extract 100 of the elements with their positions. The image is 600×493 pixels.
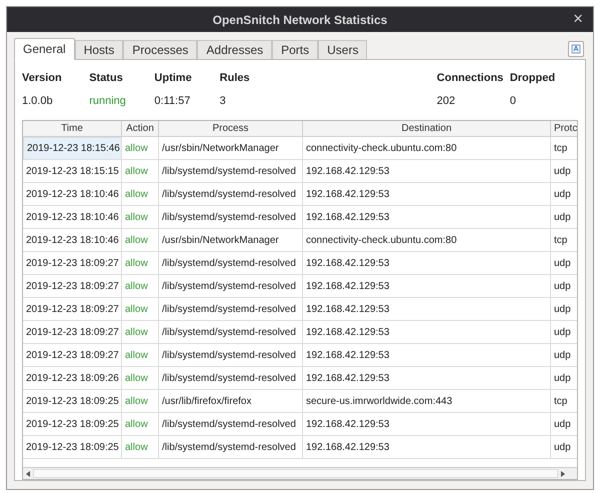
tab[interactable]: General: [14, 38, 75, 60]
stat-value: 3: [220, 94, 227, 108]
table-cell: 192.168.42.129:53: [303, 344, 551, 367]
table-cell: allow: [122, 413, 159, 436]
table-cell: 2019-12-23 18:15:15: [23, 160, 122, 183]
tab[interactable]: Ports: [272, 40, 318, 59]
scrollbar-thumb[interactable]: [33, 469, 558, 478]
stat-label: Version: [22, 71, 63, 86]
table-cell: udp: [551, 436, 577, 459]
scroll-right-arrow-icon[interactable]: [561, 470, 565, 476]
table-cell: 2019-12-23 18:09:25: [23, 390, 122, 413]
table-cell: /lib/systemd/systemd-resolved: [159, 436, 303, 459]
table-cell: 2019-12-23 18:09:27: [23, 321, 122, 344]
table-cell: udp: [551, 344, 577, 367]
stat-label: Uptime: [154, 71, 193, 86]
table-cell: udp: [551, 367, 577, 390]
tab[interactable]: Processes: [123, 40, 198, 59]
table-cell: udp: [551, 275, 577, 298]
scroll-left-arrow-icon[interactable]: [26, 470, 30, 476]
table-cell: connectivity-check.ubuntu.com:80: [303, 229, 551, 252]
table-cell: 192.168.42.129:53: [303, 275, 551, 298]
table-cell: allow: [122, 436, 159, 459]
table-cell: allow: [122, 183, 159, 206]
table-cell: 2019-12-23 18:09:25: [23, 413, 122, 436]
table-cell: allow: [122, 344, 159, 367]
table-cell: allow: [122, 252, 159, 275]
column-header[interactable]: Time: [23, 121, 122, 137]
table-cell: allow: [122, 229, 159, 252]
table-cell: /lib/systemd/systemd-resolved: [159, 367, 303, 390]
column-header[interactable]: Destination: [303, 121, 551, 137]
stat-value: 0:11:57: [154, 94, 192, 108]
horizontal-scrollbar[interactable]: [23, 467, 577, 479]
table-cell: 2019-12-23 18:15:46: [23, 137, 122, 160]
stat-label: Rules: [220, 71, 251, 86]
table-cell: 192.168.42.129:53: [303, 367, 551, 390]
table-cell: 192.168.42.129:53: [303, 183, 551, 206]
table-cell: 2019-12-23 18:10:46: [23, 206, 122, 229]
table-cell: allow: [122, 367, 159, 390]
table-cell: 2019-12-23 18:09:25: [23, 436, 122, 459]
table-cell: 2019-12-23 18:09:27: [23, 275, 122, 298]
table-cell: 2019-12-23 18:09:26: [23, 367, 122, 390]
table-cell: 2019-12-23 18:09:27: [23, 344, 122, 367]
table-cell: /lib/systemd/systemd-resolved: [159, 298, 303, 321]
table-cell: 192.168.42.129:53: [303, 321, 551, 344]
table-cell: udp: [551, 206, 577, 229]
tab[interactable]: Users: [318, 40, 368, 59]
stat-value: 1.0.0b: [22, 94, 54, 108]
table-cell: 2019-12-23 18:09:27: [23, 298, 122, 321]
table-cell: /lib/systemd/systemd-resolved: [159, 160, 303, 183]
table-cell: udp: [551, 252, 577, 275]
table-cell: allow: [122, 160, 159, 183]
stat-label: Status: [89, 71, 124, 86]
table-cell: tcp: [551, 137, 577, 160]
table-cell: tcp: [551, 229, 577, 252]
table-cell: 192.168.42.129:53: [303, 252, 551, 275]
table-cell: /lib/systemd/systemd-resolved: [159, 206, 303, 229]
table-cell: allow: [122, 275, 159, 298]
stat-value: running: [89, 94, 127, 108]
table-cell: udp: [551, 298, 577, 321]
table-cell: udp: [551, 183, 577, 206]
table-cell: allow: [122, 321, 159, 344]
table-cell: 192.168.42.129:53: [303, 413, 551, 436]
stat-label: Connections: [436, 71, 504, 86]
table-cell: /lib/systemd/systemd-resolved: [159, 321, 303, 344]
table-cell: 192.168.42.129:53: [303, 206, 551, 229]
window-title: OpenSnitch Network Statistics: [212, 12, 388, 28]
table-cell: udp: [551, 413, 577, 436]
tab[interactable]: Addresses: [197, 40, 272, 59]
column-header[interactable]: Action: [122, 121, 159, 137]
column-header[interactable]: Process: [159, 121, 303, 137]
text-format-icon[interactable]: [568, 41, 584, 57]
table-cell: /usr/lib/firefox/firefox: [159, 390, 303, 413]
table-cell: 2019-12-23 18:10:46: [23, 183, 122, 206]
table-cell: allow: [122, 390, 159, 413]
table-cell: udp: [551, 160, 577, 183]
table-cell: /usr/sbin/NetworkManager: [159, 229, 303, 252]
column-header[interactable]: Protc: [551, 121, 577, 137]
table-cell: /lib/systemd/systemd-resolved: [159, 413, 303, 436]
table-cell: allow: [122, 298, 159, 321]
table-cell: /lib/systemd/systemd-resolved: [159, 344, 303, 367]
tab[interactable]: Hosts: [74, 40, 124, 59]
table-cell: tcp: [551, 390, 577, 413]
table-cell: allow: [122, 206, 159, 229]
table-cell: /usr/sbin/NetworkManager: [159, 137, 303, 160]
table-cell: 192.168.42.129:53: [303, 298, 551, 321]
table-cell: /lib/systemd/systemd-resolved: [159, 275, 303, 298]
stat-value: 0: [510, 94, 517, 108]
table-cell: 2019-12-23 18:09:27: [23, 252, 122, 275]
stat-label: Dropped: [510, 71, 556, 86]
table-cell: 192.168.42.129:53: [303, 160, 551, 183]
table-cell: 2019-12-23 18:10:46: [23, 229, 122, 252]
table-cell: allow: [122, 137, 159, 160]
stat-value: 202: [436, 94, 456, 108]
table-cell: connectivity-check.ubuntu.com:80: [303, 137, 551, 160]
close-button[interactable]: ×: [573, 9, 583, 29]
table-cell: 192.168.42.129:53: [303, 436, 551, 459]
table-cell: secure-us.imrworldwide.com:443: [303, 390, 551, 413]
table-cell: /lib/systemd/systemd-resolved: [159, 252, 303, 275]
table-cell: /lib/systemd/systemd-resolved: [159, 183, 303, 206]
table-cell: udp: [551, 321, 577, 344]
